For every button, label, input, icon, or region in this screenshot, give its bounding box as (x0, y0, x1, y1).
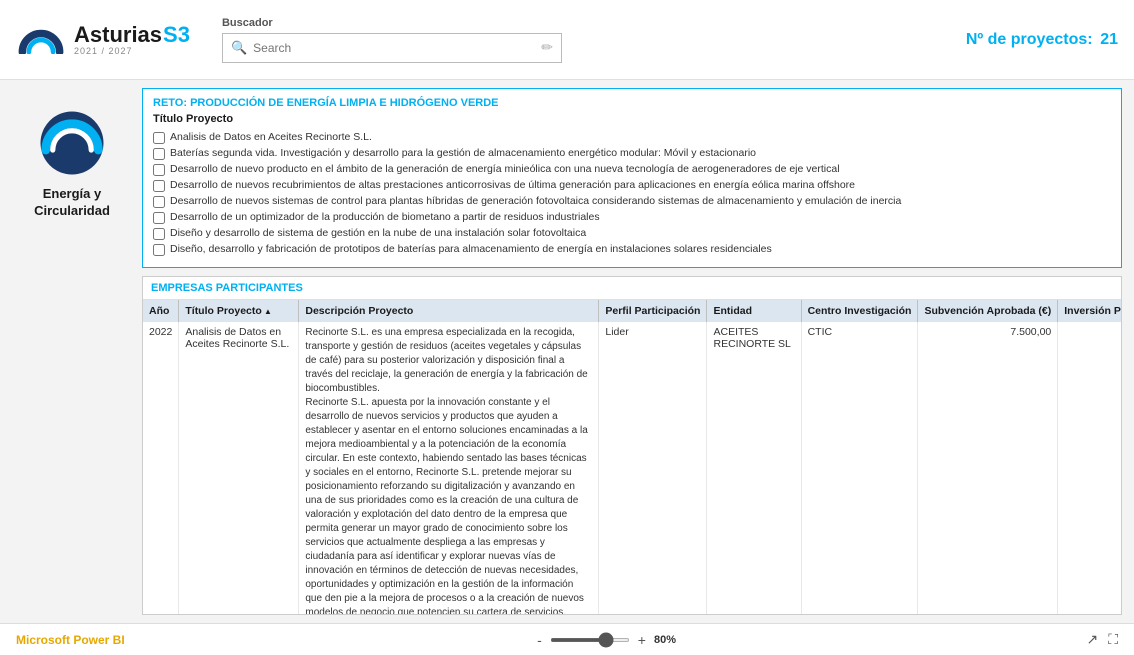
project-checkbox[interactable] (153, 212, 165, 224)
logo-name: Asturias (74, 24, 162, 46)
col-header-title[interactable]: Título Proyecto (179, 300, 299, 322)
category-icon (37, 108, 107, 178)
list-item[interactable]: Desarrollo de nuevos sistemas de control… (153, 195, 1111, 208)
powerbi-link[interactable]: Microsoft Power BI (16, 633, 125, 647)
col-header-entidad: Entidad (707, 300, 801, 322)
col-header-subvencion: Subvención Aprobada (€) (918, 300, 1058, 322)
project-checkbox[interactable] (153, 132, 165, 144)
table-row[interactable]: 2022Analisis de Datos en Aceites Recinor… (143, 322, 1121, 614)
table-section: EMPRESAS PARTICIPANTES AñoTítulo Proyect… (142, 276, 1122, 615)
logo-arch-icon (16, 26, 66, 54)
project-checkbox[interactable] (153, 148, 165, 160)
project-title-header: Título Proyecto (153, 113, 1111, 125)
project-item-label: Diseño y desarrollo de sistema de gestió… (170, 227, 586, 239)
search-area: Buscador 🔍 ✏ (222, 17, 562, 63)
zoom-slider[interactable] (550, 638, 630, 642)
list-item[interactable]: Desarrollo de un optimizador de la produ… (153, 211, 1111, 224)
zoom-percent: 80% (654, 634, 676, 646)
search-icon: 🔍 (231, 40, 247, 56)
data-table: AñoTítulo ProyectoDescripción ProyectoPe… (143, 300, 1121, 614)
right-section: RETO: PRODUCCIÓN DE ENERGÍA LIMPIA E HID… (142, 88, 1122, 615)
fullscreen-icon[interactable]: ⛶ (1108, 631, 1118, 648)
project-item-label: Baterías segunda vida. Investigación y d… (170, 147, 756, 159)
table-section-title: EMPRESAS PARTICIPANTES (143, 277, 1121, 300)
projects-count-area: Nº de proyectos: 21 (962, 31, 1118, 49)
zoom-control: - + 80% (535, 632, 676, 648)
share-icon[interactable]: ↗ (1086, 631, 1098, 648)
left-panel: Energía yCircularidad (12, 88, 132, 615)
main-content: Energía yCircularidad RETO: PRODUCCIÓN D… (0, 80, 1134, 623)
category-label: Energía yCircularidad (34, 186, 110, 220)
project-item-label: Diseño, desarrollo y fabricación de prot… (170, 243, 772, 255)
search-label: Buscador (222, 17, 562, 29)
cell-centro: CTIC (801, 322, 918, 614)
cell-perfil: Lider (599, 322, 707, 614)
table-body: 2022Analisis de Datos en Aceites Recinor… (143, 322, 1121, 614)
bottom-bar: Microsoft Power BI - + 80% ↗ ⛶ (0, 623, 1134, 655)
project-checkbox[interactable] (153, 164, 165, 176)
logo-s3: S3 (163, 24, 190, 46)
cell-year: 2022 (143, 322, 179, 614)
project-checkbox[interactable] (153, 196, 165, 208)
clear-search-icon[interactable]: ✏ (541, 39, 553, 56)
search-input[interactable] (253, 41, 535, 55)
projects-count-label: Nº de proyectos: (966, 31, 1093, 48)
project-item-label: Analisis de Datos en Aceites Recinorte S… (170, 131, 372, 143)
project-checkbox[interactable] (153, 180, 165, 192)
cell-inversion: 2.500,00 (1058, 322, 1121, 614)
project-item-label: Desarrollo de nuevos sistemas de control… (170, 195, 901, 207)
zoom-plus-button[interactable]: + (636, 632, 648, 648)
cell-desc: Recinorte S.L. es una empresa especializ… (299, 322, 599, 614)
project-item-label: Desarrollo de nuevo producto en el ámbit… (170, 163, 840, 175)
col-header-desc: Descripción Proyecto (299, 300, 599, 322)
list-item[interactable]: Baterías segunda vida. Investigación y d… (153, 147, 1111, 160)
col-header-centro: Centro Investigación (801, 300, 918, 322)
search-box-container: 🔍 ✏ (222, 33, 562, 63)
list-item[interactable]: Diseño y desarrollo de sistema de gestió… (153, 227, 1111, 240)
list-item[interactable]: Desarrollo de nuevos recubrimientos de a… (153, 179, 1111, 192)
challenge-title: RETO: PRODUCCIÓN DE ENERGÍA LIMPIA E HID… (153, 97, 1111, 109)
col-header-perfil: Perfil Participación (599, 300, 707, 322)
challenge-project-list: Analisis de Datos en Aceites Recinorte S… (153, 131, 1111, 256)
logo-area: Asturias S3 2021 / 2027 (16, 24, 190, 56)
project-item-label: Desarrollo de un optimizador de la produ… (170, 211, 600, 223)
project-item-label: Desarrollo de nuevos recubrimientos de a… (170, 179, 855, 191)
list-item[interactable]: Analisis de Datos en Aceites Recinorte S… (153, 131, 1111, 144)
challenge-box: RETO: PRODUCCIÓN DE ENERGÍA LIMPIA E HID… (142, 88, 1122, 268)
cell-title: Analisis de Datos en Aceites Recinorte S… (179, 322, 299, 614)
list-item[interactable]: Desarrollo de nuevo producto en el ámbit… (153, 163, 1111, 176)
col-header-inversion: Inversión Privada (€) (1058, 300, 1121, 322)
project-checkbox[interactable] (153, 244, 165, 256)
table-header-row: AñoTítulo ProyectoDescripción ProyectoPe… (143, 300, 1121, 322)
table-wrapper[interactable]: AñoTítulo ProyectoDescripción ProyectoPe… (143, 300, 1121, 614)
projects-count-value: 21 (1100, 31, 1118, 48)
cell-subvencion: 7.500,00 (918, 322, 1058, 614)
cell-entidad: ACEITES RECINORTE SL (707, 322, 801, 614)
logo-years: 2021 / 2027 (74, 46, 190, 56)
project-checkbox[interactable] (153, 228, 165, 240)
list-item[interactable]: Diseño, desarrollo y fabricación de prot… (153, 243, 1111, 256)
bottom-right-icons: ↗ ⛶ (1086, 631, 1118, 648)
header: Asturias S3 2021 / 2027 Buscador 🔍 ✏ Nº … (0, 0, 1134, 80)
zoom-minus-button[interactable]: - (535, 632, 544, 648)
col-header-year: Año (143, 300, 179, 322)
